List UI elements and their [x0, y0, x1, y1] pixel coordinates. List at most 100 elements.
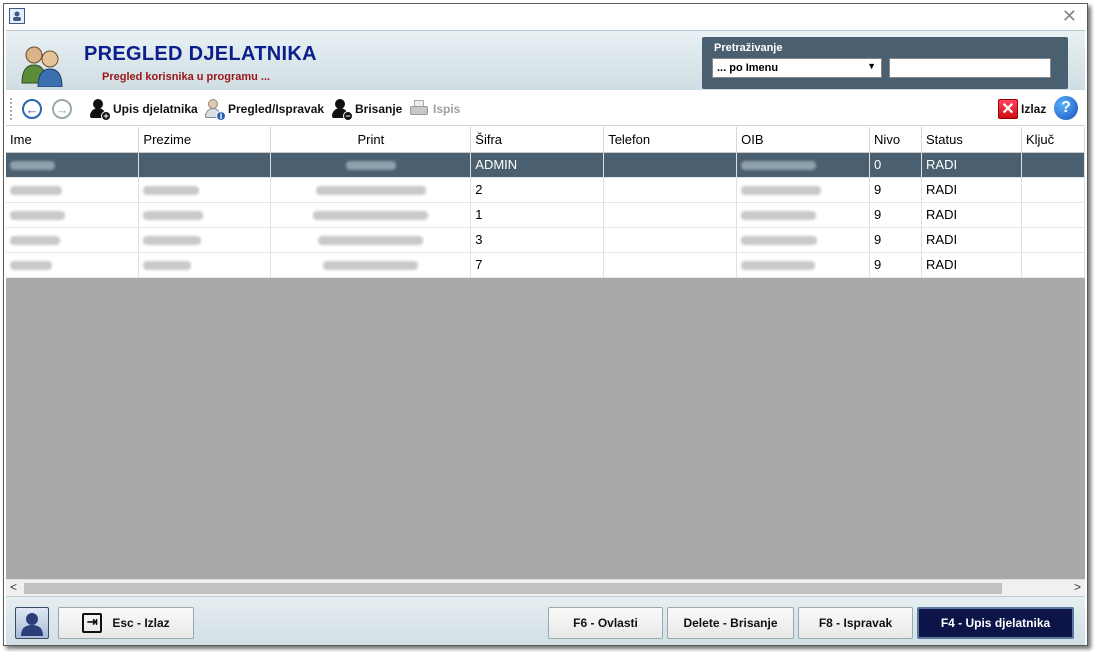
cell-status: RADI [921, 152, 1022, 178]
add-employee-button[interactable]: + Upis djelatnika [88, 98, 198, 121]
title-bar: ✕ [4, 4, 1087, 30]
f4-add-employee-button[interactable]: F4 - Upis djelatnika [917, 607, 1074, 639]
edit-employee-button[interactable]: i Pregled/Ispravak [203, 98, 325, 121]
cell-prezime [138, 202, 272, 228]
cell-kljuc [1021, 202, 1085, 228]
table-row[interactable]: 7 9 RADI [6, 252, 1085, 278]
search-mode-select[interactable]: ... po Imenu ▼ [712, 58, 882, 78]
exit-icon: ✕ [998, 99, 1018, 119]
cell-kljuc [1021, 152, 1085, 178]
cell-prezime [138, 227, 272, 253]
cell-status: RADI [921, 177, 1022, 203]
table-header-row: Ime Prezime Print Šifra Telefon OIB Nivo… [6, 127, 1085, 153]
exit-button[interactable]: ✕ Izlaz [998, 98, 1046, 120]
table-row[interactable]: 3 9 RADI [6, 227, 1085, 253]
column-header-prezime[interactable]: Prezime [138, 127, 272, 153]
search-panel: Pretraživanje ... po Imenu ▼ [702, 37, 1068, 89]
cell-nivo: 0 [869, 152, 923, 178]
scroll-right-arrow[interactable]: > [1074, 580, 1081, 594]
cell-nivo: 9 [869, 252, 923, 278]
toolbar: ← → + Upis djelatnika i Pregled/Ispravak… [6, 92, 1085, 126]
cell-sifra: 3 [470, 227, 605, 253]
horizontal-scrollbar[interactable]: < > [6, 579, 1085, 596]
column-header-kljuc[interactable]: Ključ [1021, 127, 1085, 153]
cell-oib [736, 152, 871, 178]
cell-oib [736, 227, 871, 253]
help-icon: ? [1054, 96, 1078, 120]
delete-button[interactable]: Delete - Brisanje [667, 607, 794, 639]
column-header-sifra[interactable]: Šifra [470, 127, 605, 153]
cell-nivo: 9 [869, 177, 923, 203]
delete-employee-label: Brisanje [355, 102, 403, 116]
column-header-print[interactable]: Print [270, 127, 472, 153]
cell-nivo: 9 [869, 202, 923, 228]
search-mode-value: ... po Imenu [717, 62, 779, 74]
main-window: ✕ PREGLED DJELATNIKA Pregled korisnika u… [3, 3, 1088, 646]
cell-kljuc [1021, 252, 1085, 278]
cell-print [270, 227, 472, 253]
forward-arrow-icon: → [52, 99, 72, 119]
page-title: PREGLED DJELATNIKA [84, 43, 317, 65]
f6-permissions-button[interactable]: F6 - Ovlasti [548, 607, 663, 639]
exit-door-icon: ⇥ [82, 613, 103, 633]
page-subtitle: Pregled korisnika u programu ... [102, 71, 271, 83]
search-label: Pretraživanje [714, 42, 783, 54]
column-header-ime[interactable]: Ime [6, 127, 140, 153]
employees-table: Ime Prezime Print Šifra Telefon OIB Nivo… [6, 127, 1085, 278]
cell-kljuc [1021, 177, 1085, 203]
chevron-down-icon: ▼ [867, 61, 876, 71]
cell-sifra: 7 [470, 252, 605, 278]
footer-bar: ⇥ Esc - Izlaz F6 - Ovlasti Delete - Bris… [6, 596, 1085, 645]
cell-prezime [138, 177, 272, 203]
print-label: Ispis [433, 102, 461, 116]
cell-telefon [603, 202, 738, 228]
add-employee-label: Upis djelatnika [113, 102, 198, 116]
cell-print [270, 152, 472, 178]
cell-ime [6, 227, 140, 253]
table-row[interactable]: 1 9 RADI [6, 202, 1085, 228]
cell-sifra: 2 [470, 177, 605, 203]
esc-exit-label: Esc - Izlaz [112, 616, 170, 630]
esc-exit-button[interactable]: ⇥ Esc - Izlaz [58, 607, 194, 639]
print-button[interactable]: Ispis [408, 98, 460, 120]
delete-employee-button[interactable]: − Brisanje [330, 98, 403, 121]
cell-telefon [603, 252, 738, 278]
edit-employee-label: Pregled/Ispravak [228, 102, 325, 116]
remove-user-icon: − [330, 98, 353, 121]
user-info-icon: i [203, 98, 226, 121]
cell-sifra: ADMIN [470, 152, 605, 178]
f8-edit-button[interactable]: F8 - Ispravak [798, 607, 913, 639]
cell-ime [6, 152, 140, 178]
column-header-status[interactable]: Status [921, 127, 1022, 153]
table-row[interactable]: 2 9 RADI [6, 177, 1085, 203]
app-logo-icon [15, 607, 49, 639]
cell-ime [6, 252, 140, 278]
column-header-oib[interactable]: OIB [736, 127, 871, 153]
cell-kljuc [1021, 227, 1085, 253]
forward-button[interactable]: → [52, 98, 72, 120]
search-input[interactable] [889, 58, 1051, 78]
column-header-nivo[interactable]: Nivo [869, 127, 923, 153]
cell-oib [736, 202, 871, 228]
app-icon[interactable] [9, 8, 25, 24]
help-button[interactable]: ? [1054, 96, 1078, 120]
scrollbar-thumb[interactable] [24, 583, 1002, 594]
employees-grid: Ime Prezime Print Šifra Telefon OIB Nivo… [6, 127, 1085, 579]
add-user-icon: + [88, 98, 111, 121]
column-header-telefon[interactable]: Telefon [603, 127, 738, 153]
cell-sifra: 1 [470, 202, 605, 228]
close-window-icon[interactable]: ✕ [1062, 7, 1077, 25]
back-button[interactable]: ← [22, 98, 42, 120]
back-arrow-icon: ← [22, 99, 42, 119]
printer-icon [408, 99, 430, 119]
cell-telefon [603, 177, 738, 203]
header: PREGLED DJELATNIKA Pregled korisnika u p… [6, 30, 1085, 90]
table-row[interactable]: ADMIN 0 RADI [6, 152, 1085, 178]
scroll-left-arrow[interactable]: < [10, 580, 17, 594]
exit-label: Izlaz [1021, 102, 1047, 116]
cell-nivo: 9 [869, 227, 923, 253]
cell-telefon [603, 227, 738, 253]
cell-telefon [603, 152, 738, 178]
cell-oib [736, 252, 871, 278]
cell-ime [6, 177, 140, 203]
